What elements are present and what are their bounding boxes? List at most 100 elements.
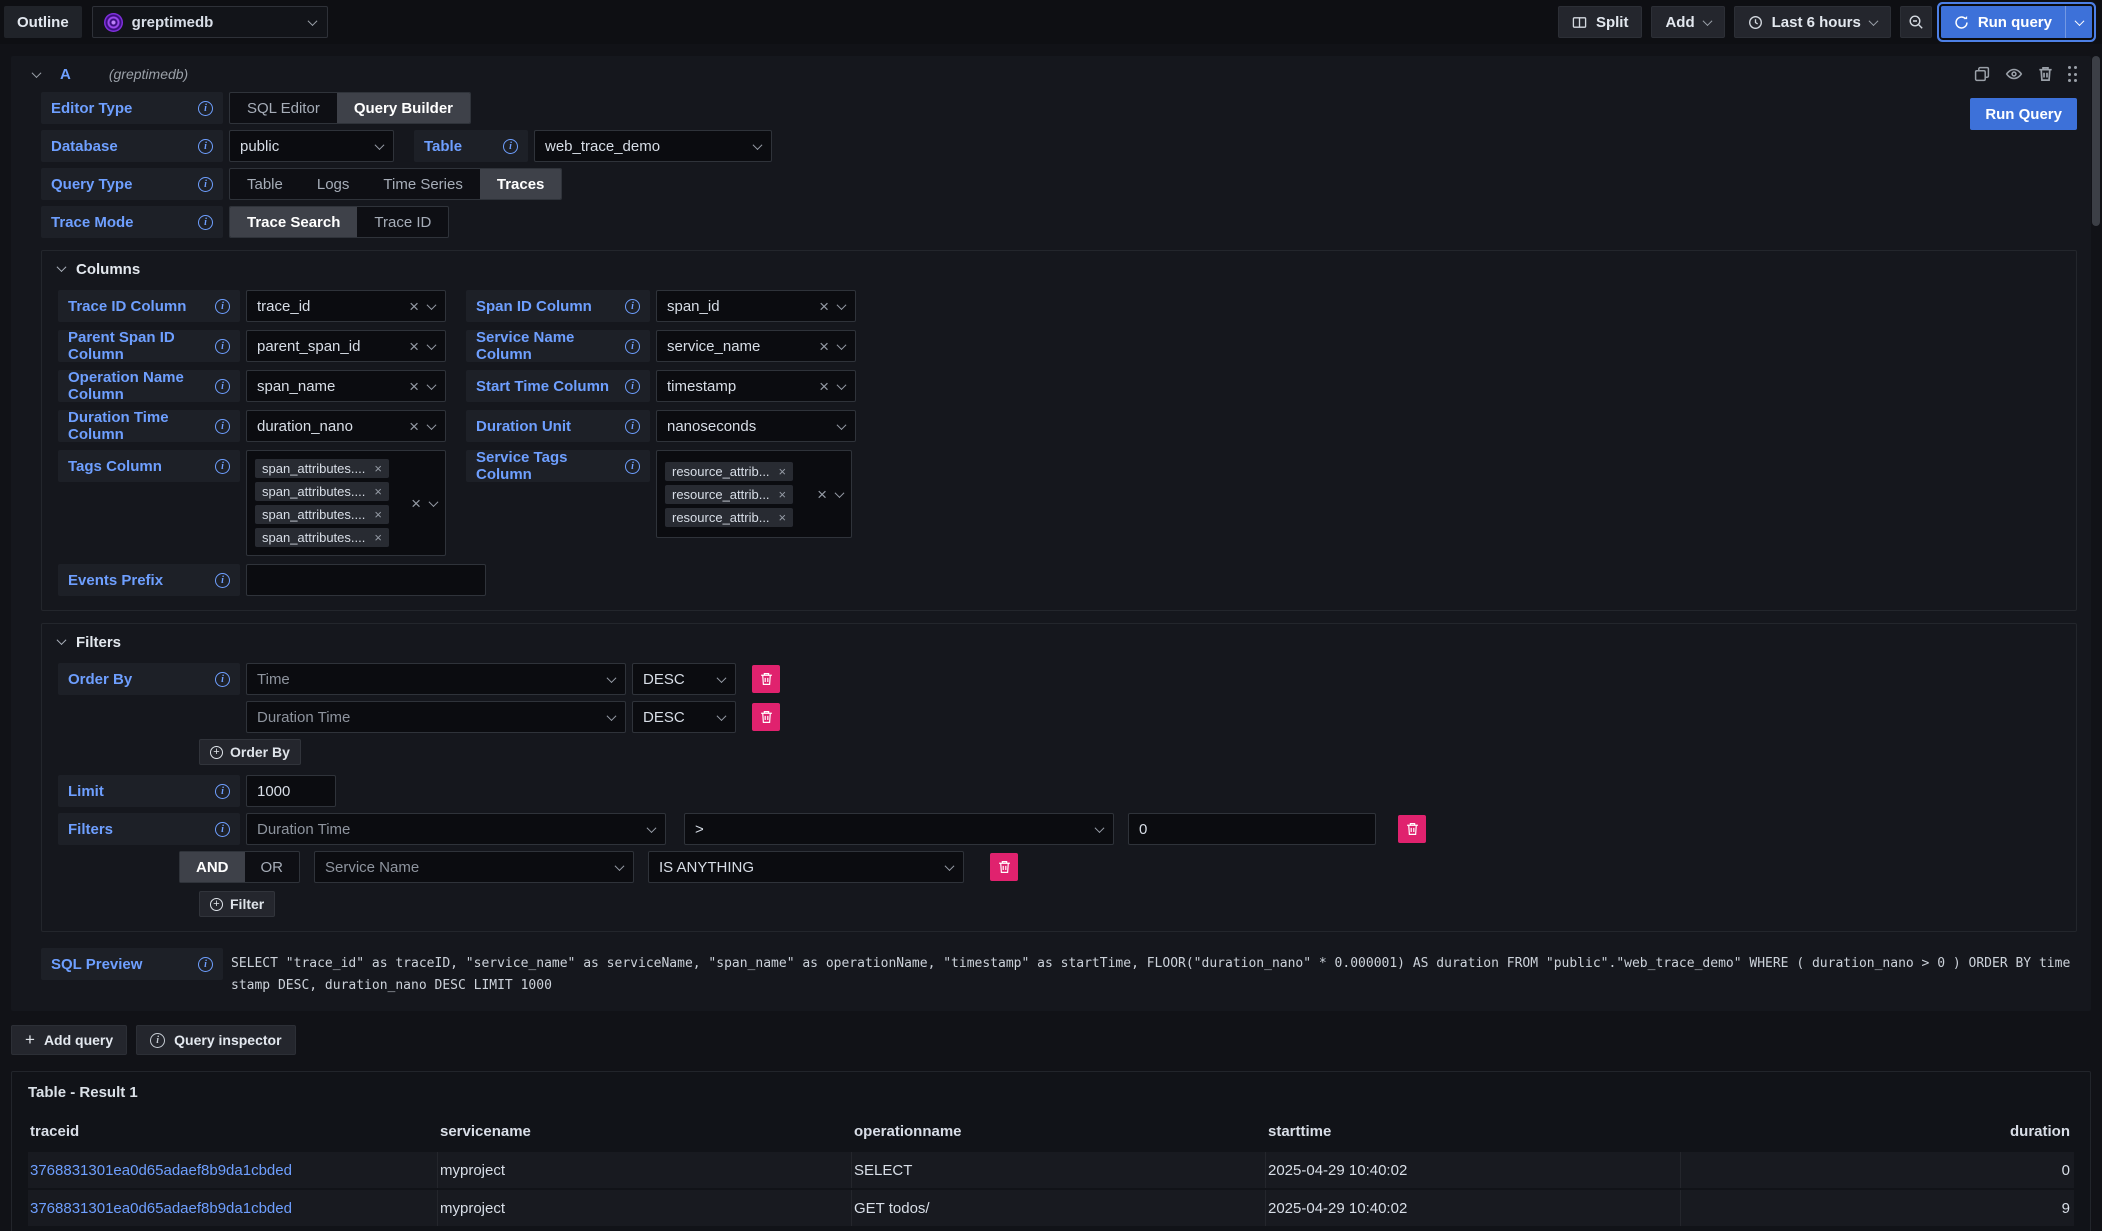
editor-run-query-button[interactable]: Run Query xyxy=(1970,98,2077,130)
order-by-direction-select[interactable]: DESC xyxy=(632,663,736,695)
column-header-duration[interactable]: duration xyxy=(1681,1119,2074,1152)
filter-field-select[interactable]: Duration Time xyxy=(246,813,666,845)
table-select[interactable]: web_trace_demo xyxy=(534,130,772,162)
run-query-button[interactable]: Run query xyxy=(1941,6,2065,38)
clear-all-icon[interactable]: × xyxy=(411,495,421,512)
remove-chip-icon[interactable]: × xyxy=(374,531,382,544)
events-prefix-input[interactable] xyxy=(246,564,486,596)
info-icon[interactable] xyxy=(625,459,640,474)
info-icon[interactable] xyxy=(215,299,230,314)
remove-chip-icon[interactable]: × xyxy=(374,508,382,521)
query-type-traces[interactable]: Traces xyxy=(480,169,562,199)
trace-mode-trace-id[interactable]: Trace ID xyxy=(357,207,448,237)
info-icon[interactable] xyxy=(198,215,213,230)
service-tag-chip[interactable]: resource_attrib...× xyxy=(665,462,793,481)
filter-operator-select[interactable]: > xyxy=(684,813,1114,845)
column-header-starttime[interactable]: starttime xyxy=(1266,1119,1681,1152)
clear-icon[interactable]: × xyxy=(819,298,829,315)
outline-button[interactable]: Outline xyxy=(4,6,82,38)
info-icon[interactable] xyxy=(215,784,230,799)
filter-operator-select[interactable]: IS ANYTHING xyxy=(648,851,964,883)
collapse-query-icon[interactable] xyxy=(32,68,42,78)
columns-section-toggle[interactable]: Columns xyxy=(58,261,2060,278)
info-icon[interactable] xyxy=(625,379,640,394)
tag-chip[interactable]: span_attributes....× xyxy=(255,482,389,501)
column-header-servicename[interactable]: servicename xyxy=(438,1119,852,1152)
drag-handle-icon[interactable] xyxy=(2068,66,2078,82)
info-icon[interactable] xyxy=(625,339,640,354)
info-icon[interactable] xyxy=(198,101,213,116)
editor-type-sql-editor[interactable]: SQL Editor xyxy=(230,93,337,123)
or-option[interactable]: OR xyxy=(245,852,300,882)
info-icon[interactable] xyxy=(215,339,230,354)
info-icon[interactable] xyxy=(215,672,230,687)
clear-icon[interactable]: × xyxy=(819,338,829,355)
remove-chip-icon[interactable]: × xyxy=(374,462,382,475)
query-type-time-series[interactable]: Time Series xyxy=(366,169,479,199)
tag-chip[interactable]: span_attributes....× xyxy=(255,528,389,547)
operation-name-column-select[interactable]: span_name × xyxy=(246,370,446,402)
trace-id-link[interactable]: 3768831301ea0d65adaef8b9da1cbded xyxy=(30,1162,292,1179)
filter-field-select[interactable]: Service Name xyxy=(314,851,634,883)
editor-type-query-builder[interactable]: Query Builder xyxy=(337,93,470,123)
remove-chip-icon[interactable]: × xyxy=(779,488,787,501)
clear-icon[interactable]: × xyxy=(409,298,419,315)
order-by-direction-select[interactable]: DESC xyxy=(632,701,736,733)
span-id-column-select[interactable]: span_id × xyxy=(656,290,856,322)
clear-all-icon[interactable]: × xyxy=(817,486,827,503)
query-inspector-button[interactable]: Query inspector xyxy=(136,1025,295,1055)
query-ref-id[interactable]: A xyxy=(60,66,71,83)
delete-query-trash-icon[interactable] xyxy=(2038,66,2053,82)
duration-unit-select[interactable]: nanoseconds xyxy=(656,410,856,442)
info-icon[interactable] xyxy=(198,177,213,192)
service-name-column-select[interactable]: service_name × xyxy=(656,330,856,362)
clear-icon[interactable]: × xyxy=(819,378,829,395)
info-icon[interactable] xyxy=(215,419,230,434)
info-icon[interactable] xyxy=(215,573,230,588)
service-tags-column-multiselect[interactable]: resource_attrib...× resource_attrib...× … xyxy=(656,450,852,538)
service-tag-chip[interactable]: resource_attrib...× xyxy=(665,485,793,504)
info-icon[interactable] xyxy=(503,139,518,154)
clear-icon[interactable]: × xyxy=(409,378,419,395)
clear-icon[interactable]: × xyxy=(409,418,419,435)
order-by-field-select[interactable]: Duration Time xyxy=(246,701,626,733)
remove-order-by-button[interactable] xyxy=(752,703,780,731)
info-icon[interactable] xyxy=(198,957,213,972)
remove-filter-button[interactable] xyxy=(990,853,1018,881)
duplicate-query-icon[interactable] xyxy=(1974,66,1990,82)
trace-mode-trace-search[interactable]: Trace Search xyxy=(230,207,357,237)
remove-chip-icon[interactable]: × xyxy=(374,485,382,498)
info-icon[interactable] xyxy=(625,299,640,314)
trace-id-column-select[interactable]: trace_id × xyxy=(246,290,446,322)
order-by-field-select[interactable]: Time xyxy=(246,663,626,695)
info-icon[interactable] xyxy=(215,379,230,394)
remove-filter-button[interactable] xyxy=(1398,815,1426,843)
toggle-visibility-eye-icon[interactable] xyxy=(2005,65,2023,83)
and-option[interactable]: AND xyxy=(180,852,245,882)
filters-section-toggle[interactable]: Filters xyxy=(58,634,2060,651)
query-type-table[interactable]: Table xyxy=(230,169,300,199)
info-icon[interactable] xyxy=(625,419,640,434)
start-time-column-select[interactable]: timestamp × xyxy=(656,370,856,402)
service-tag-chip[interactable]: resource_attrib...× xyxy=(665,508,793,527)
tag-chip[interactable]: span_attributes....× xyxy=(255,505,389,524)
parent-span-id-column-select[interactable]: parent_span_id × xyxy=(246,330,446,362)
limit-input[interactable]: 1000 xyxy=(246,775,336,807)
database-select[interactable]: public xyxy=(229,130,394,162)
remove-order-by-button[interactable] xyxy=(752,665,780,693)
remove-chip-icon[interactable]: × xyxy=(779,511,787,524)
column-header-traceid[interactable]: traceid xyxy=(28,1119,438,1152)
time-range-picker[interactable]: Last 6 hours xyxy=(1734,6,1891,38)
duration-time-column-select[interactable]: duration_nano × xyxy=(246,410,446,442)
info-icon[interactable] xyxy=(215,459,230,474)
filter-value-input[interactable]: 0 xyxy=(1128,813,1376,845)
add-order-by-button[interactable]: Order By xyxy=(199,739,301,765)
info-icon[interactable] xyxy=(198,139,213,154)
tag-chip[interactable]: span_attributes....× xyxy=(255,459,389,478)
info-icon[interactable] xyxy=(215,822,230,837)
clear-icon[interactable]: × xyxy=(409,338,419,355)
column-header-operationname[interactable]: operationname xyxy=(852,1119,1266,1152)
add-dropdown[interactable]: Add xyxy=(1651,6,1724,38)
split-button[interactable]: Split xyxy=(1558,6,1643,38)
trace-id-link[interactable]: 3768831301ea0d65adaef8b9da1cbded xyxy=(30,1200,292,1217)
